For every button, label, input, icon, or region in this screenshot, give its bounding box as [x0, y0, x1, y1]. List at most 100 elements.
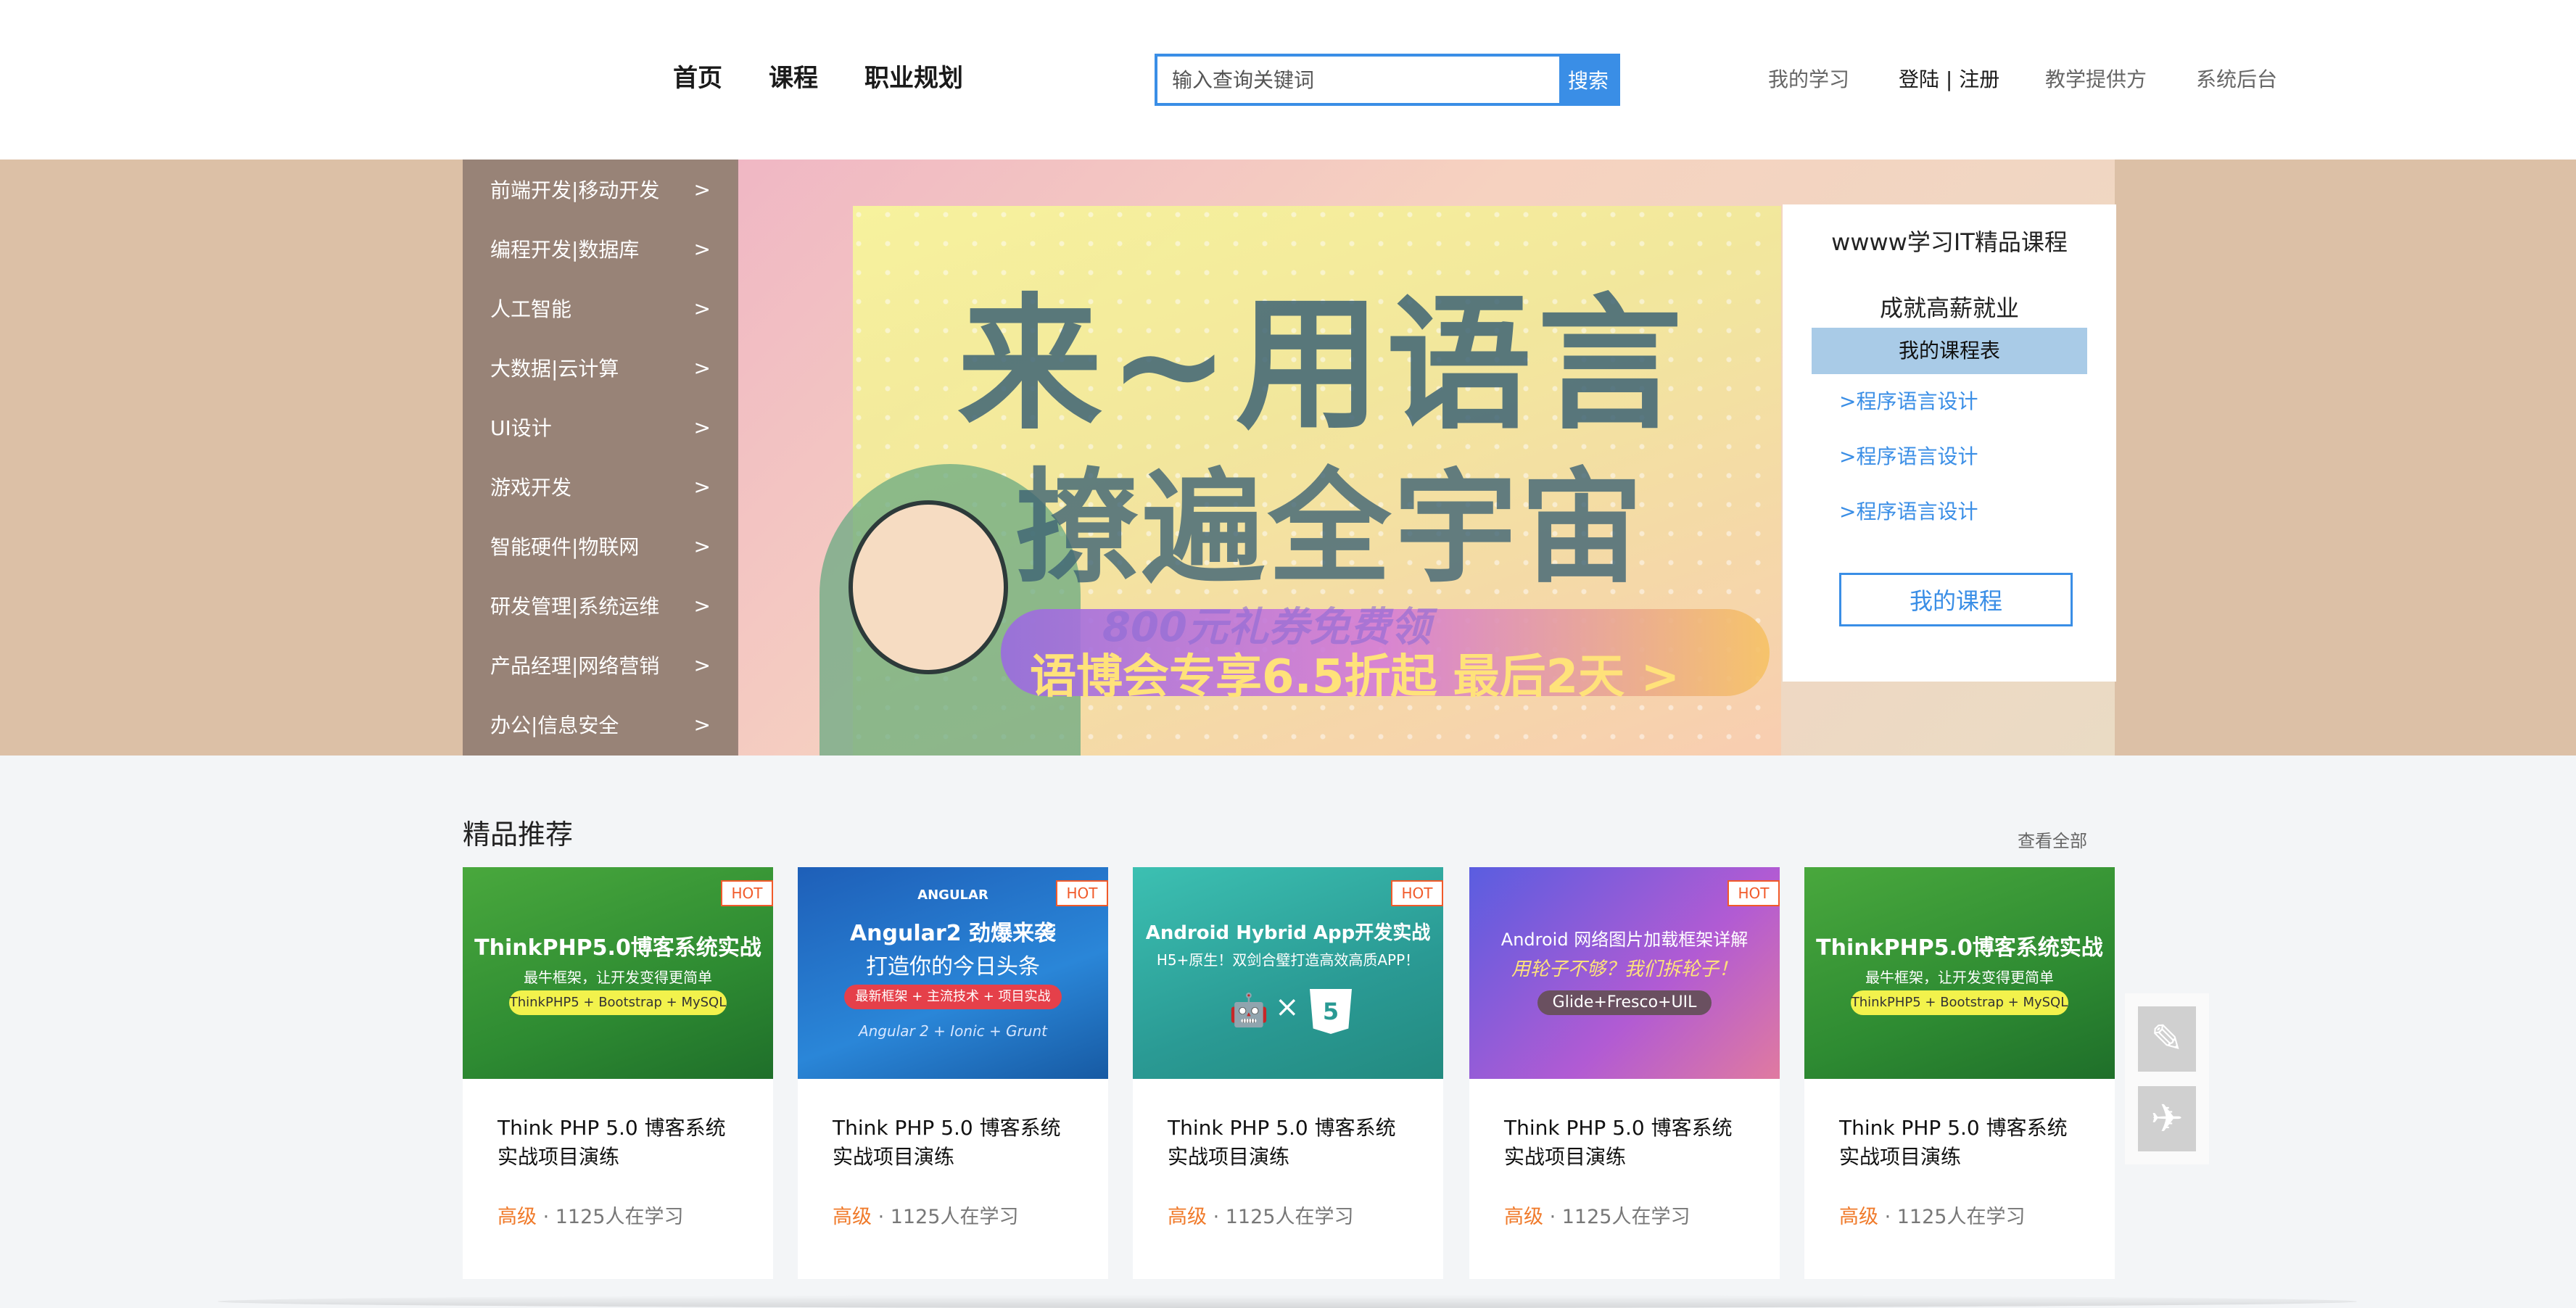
nav-career-planning[interactable]: 职业规划 [864, 58, 963, 94]
hot-badge: HOT [1727, 880, 1780, 906]
course-card-image: ThinkPHP5.0博客系统实战最牛框架，让开发变得更简单 ThinkPHP5 … [1804, 867, 2115, 1079]
banner-character-face [849, 500, 1008, 674]
search-input[interactable] [1157, 57, 1561, 103]
course-level: 高级 [1839, 1206, 1878, 1228]
course-card-meta: 高级 · 1125人在学习 [498, 1201, 683, 1229]
page-bottom-shadow [218, 1295, 2357, 1308]
view-all-link[interactable]: 查看全部 [2018, 827, 2087, 852]
category-label: 编程开发|数据库 [490, 238, 640, 262]
course-card-image-title: ThinkPHP5.0博客系统实战 [1816, 935, 2103, 961]
course-card-title: Think PHP 5.0 博客系统实战项目演练 [1504, 1116, 1733, 1169]
hot-badge: HOT [1056, 880, 1108, 906]
course-card[interactable]: Android 网络图片加载框架详解 用轮子不够？我们拆轮子！ Glide+Fres… [1469, 867, 1780, 1279]
nav-courses[interactable]: 课程 [769, 58, 818, 94]
category-label: 前端开发|移动开发 [490, 178, 660, 202]
category-item[interactable]: 游戏开发 > [463, 457, 738, 516]
banner-carousel[interactable]: 来~用语言 撩遍全宇宙 800元礼券免费领 语博会专享6.5折起 最后2天 > [0, 160, 2576, 756]
category-item[interactable]: 前端开发|移动开发 > [463, 160, 738, 219]
category-label: 智能硬件|物联网 [490, 535, 640, 559]
chevron-right-icon: > [693, 236, 711, 261]
course-card-image-subtitle: 用轮子不够？我们拆轮子！ [1511, 959, 1738, 980]
course-link[interactable]: >程序语言设计 [1839, 386, 1978, 415]
category-item[interactable]: UI设计 > [463, 397, 738, 457]
course-card-title: Think PHP 5.0 博客系统实战项目演练 [498, 1116, 726, 1169]
chevron-right-icon: > [693, 534, 711, 558]
category-item[interactable]: 编程开发|数据库 > [463, 219, 738, 278]
my-learning-link[interactable]: 我的学习 [1768, 64, 1849, 93]
chevron-right-icon: > [693, 355, 711, 380]
course-card-image-subtitle: 最牛框架，让开发变得更简单 [1865, 969, 2054, 986]
category-item[interactable]: 人工智能 > [463, 278, 738, 338]
course-learners: · 1125人在学习 [537, 1206, 684, 1228]
chevron-right-icon: > [693, 415, 711, 439]
category-label: 游戏开发 [490, 476, 572, 500]
airplane-icon[interactable]: ✈ [2138, 1086, 2196, 1151]
course-card-image-subtitle: 最牛框架，让开发变得更简单 [524, 969, 712, 986]
category-item[interactable]: 产品经理|网络营销 > [463, 635, 738, 695]
course-level: 高级 [1504, 1206, 1543, 1228]
course-card-image-subtitle: H5+原生！双剑合璧打造高效高质APP！ [1156, 951, 1420, 969]
course-link[interactable]: >程序语言设计 [1839, 496, 1978, 525]
category-label: 产品经理|网络营销 [490, 654, 660, 678]
course-card[interactable]: Android Hybrid App开发实战 H5+原生！双剑合璧打造高效高质AP… [1133, 867, 1443, 1279]
course-card-title: Think PHP 5.0 博客系统实战项目演练 [833, 1116, 1061, 1169]
course-card-image-tech: Angular 2 + Ionic + Grunt [858, 1022, 1048, 1040]
course-card-image: Android 网络图片加载框架详解 用轮子不够？我们拆轮子！ Glide+Fres… [1469, 867, 1780, 1079]
course-link[interactable]: >程序语言设计 [1839, 441, 1978, 470]
times-icon: × [1275, 990, 1300, 1024]
android-icon: 🤖 [1229, 992, 1269, 1029]
course-learners: · 1125人在学习 [1543, 1206, 1690, 1228]
chevron-right-icon: > [693, 593, 711, 618]
course-card-image-title: Android 网络图片加载框架详解 [1500, 930, 1749, 950]
chevron-right-icon: > [693, 712, 711, 737]
category-label: 大数据|云计算 [490, 357, 619, 381]
course-level: 高级 [498, 1206, 537, 1228]
floating-toolbar: ✎ ✈ [2125, 993, 2209, 1164]
category-menu: 前端开发|移动开发 > 编程开发|数据库 > 人工智能 > 大数据|云计算 > UI设计 > 游戏开… [463, 160, 738, 756]
course-card-image-title: Angular2 劲爆来袭 [849, 921, 1057, 946]
course-learners: · 1125人在学习 [872, 1206, 1019, 1228]
banner-headline: 来~用语言 [957, 281, 1688, 450]
course-card-meta: 高级 · 1125人在学习 [833, 1201, 1018, 1229]
hot-badge: HOT [1391, 880, 1443, 906]
category-label: 人工智能 [490, 297, 572, 321]
nav-home[interactable]: 首页 [673, 58, 722, 94]
course-card-meta: 高级 · 1125人在学习 [1168, 1201, 1353, 1229]
chevron-right-icon: > [693, 296, 711, 320]
course-card-image-title: Android Hybrid App开发实战 [1145, 922, 1431, 944]
category-label: 研发管理|系统运维 [490, 595, 660, 618]
category-label: 办公|信息安全 [490, 713, 619, 737]
category-item[interactable]: 大数据|云计算 > [463, 338, 738, 397]
pencil-icon[interactable]: ✎ [2138, 1006, 2196, 1072]
course-card[interactable]: ThinkPHP5.0博客系统实战最牛框架，让开发变得更简单 ThinkPHP5 … [1804, 867, 2115, 1279]
course-card-image-pill: Glide+Fresco+UIL [1537, 990, 1712, 1015]
chevron-right-icon: > [693, 177, 711, 202]
course-learners: · 1125人在学习 [1878, 1206, 2026, 1228]
header: 首页 课程 职业规划 搜索 我的学习 登陆 | 注册 教学提供方 系统后台 [0, 0, 2576, 160]
course-card-image-title: ThinkPHP5.0博客系统实战 [474, 935, 761, 961]
course-card-image-pill: ThinkPHP5 + Bootstrap + MySQL [1851, 990, 2068, 1015]
login-register-link[interactable]: 登陆 | 注册 [1899, 64, 1999, 93]
course-card-image: ANGULAR Angular2 劲爆来袭 打造你的今日头条 最新框架 + 主流技术 … [798, 867, 1108, 1079]
course-card-meta: 高级 · 1125人在学习 [1839, 1201, 2025, 1229]
course-card-image-pill: 最新框架 + 主流技术 + 项目实战 [844, 985, 1062, 1009]
search-button[interactable]: 搜索 [1559, 57, 1617, 103]
user-card: wwww学习IT精品课程 成就高薪就业 我的课程表 >程序语言设计 >程序语言设… [1783, 204, 2116, 682]
hot-badge: HOT [721, 880, 773, 906]
system-admin-link[interactable]: 系统后台 [2196, 64, 2277, 93]
course-table-title: 我的课程表 [1812, 328, 2087, 374]
teaching-provider-link[interactable]: 教学提供方 [2045, 64, 2147, 93]
my-course-button[interactable]: 我的课程 [1839, 573, 2073, 626]
banner-subheadline: 撩遍全宇宙 [1015, 457, 1647, 600]
course-card[interactable]: ThinkPHP5.0博客系统实战 最牛框架，让开发变得更简单 ThinkPHP5 … [463, 867, 773, 1279]
category-item[interactable]: 智能硬件|物联网 > [463, 516, 738, 576]
course-learners: · 1125人在学习 [1207, 1206, 1354, 1228]
category-item[interactable]: 研发管理|系统运维 > [463, 576, 738, 635]
course-card-title: Think PHP 5.0 博客系统实战项目演练 [1168, 1116, 1396, 1169]
banner-promo-discount: 语博会专享6.5折起 最后2天 > [1030, 650, 1680, 704]
course-card-image-subtitle: 打造你的今日头条 [866, 954, 1040, 980]
category-item[interactable]: 办公|信息安全 > [463, 695, 738, 754]
search-box: 搜索 [1155, 54, 1620, 106]
course-card[interactable]: ANGULAR Angular2 劲爆来袭 打造你的今日头条 最新框架 + 主流技术 … [798, 867, 1108, 1279]
course-card-meta: 高级 · 1125人在学习 [1504, 1201, 1690, 1229]
